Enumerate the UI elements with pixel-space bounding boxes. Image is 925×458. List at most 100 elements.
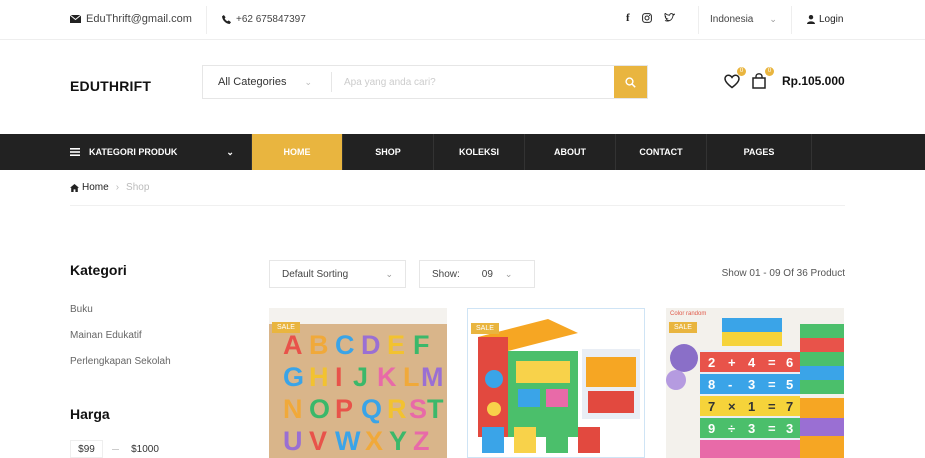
svg-text:H: H	[309, 362, 329, 392]
divider	[698, 6, 699, 34]
result-count: Show 01 - 09 Of 36 Product	[721, 268, 845, 279]
svg-text:3: 3	[748, 421, 755, 436]
sorting-value: Default Sorting	[282, 268, 349, 280]
twitter-icon[interactable]	[664, 13, 675, 23]
nav-item-label: KOLEKSI	[458, 147, 499, 157]
chevron-down-icon: ⌄	[385, 268, 393, 279]
divider	[206, 6, 207, 34]
social-links: f	[626, 12, 675, 24]
price-max-input[interactable]: $1000	[124, 440, 166, 458]
svg-text:=: =	[768, 399, 776, 414]
search-button[interactable]	[614, 66, 647, 98]
svg-text:2: 2	[708, 355, 715, 370]
divider	[112, 449, 119, 450]
facebook-icon[interactable]: f	[626, 12, 630, 24]
svg-text:1: 1	[748, 399, 755, 414]
hamburger-icon	[70, 148, 80, 156]
site-logo[interactable]: EDUTHRIFT	[70, 78, 151, 94]
svg-text:7: 7	[708, 399, 715, 414]
phone-text: +62 675847397	[236, 14, 306, 25]
main-nav: KATEGORI PRODUK ⌄ HOME SHOP KOLEKSI ABOU…	[0, 134, 925, 170]
svg-text:V: V	[309, 426, 327, 456]
nav-item-label: HOME	[283, 147, 311, 157]
nav-item-label: ABOUT	[554, 147, 586, 157]
chevron-down-icon: ⌄	[504, 268, 513, 279]
category-link[interactable]: Buku	[70, 304, 93, 315]
harga-title: Harga	[70, 406, 110, 422]
svg-text:÷: ÷	[728, 421, 735, 436]
user-icon	[807, 15, 815, 24]
email-text: EduThrift@gmail.com	[86, 13, 192, 25]
show-count-select[interactable]: Show: 09 ⌄	[419, 260, 535, 288]
category-link[interactable]: Mainan Edukatif	[70, 330, 142, 341]
nav-item-home[interactable]: HOME	[252, 134, 343, 170]
svg-text:9: 9	[708, 421, 715, 436]
category-menu-toggle[interactable]: KATEGORI PRODUK ⌄	[0, 134, 252, 170]
svg-text:Y: Y	[389, 426, 407, 456]
svg-text:4: 4	[748, 355, 756, 370]
color-note: Color random	[670, 311, 707, 317]
email-contact[interactable]: EduThrift@gmail.com	[70, 13, 192, 25]
svg-text:W: W	[335, 426, 361, 456]
chevron-right-icon: ›	[115, 182, 120, 193]
sale-badge: SALE	[471, 323, 499, 334]
svg-text:F: F	[413, 330, 430, 360]
nav-item-label: CONTACT	[639, 147, 683, 157]
login-link[interactable]: Login	[807, 14, 843, 25]
svg-text:G: G	[283, 362, 304, 392]
search-input[interactable]	[332, 66, 614, 98]
nav-item-pages[interactable]: PAGES	[707, 134, 812, 170]
product-card[interactable]: SALE	[467, 308, 645, 458]
svg-text:O: O	[309, 394, 330, 424]
svg-text:3: 3	[748, 377, 755, 392]
chevron-down-icon: ⌄	[226, 146, 234, 157]
show-value: 09	[481, 268, 493, 280]
product-card[interactable]: Color random SALE 2 +4 = 6 8- 3 = 5 7 × 1 = 7 9 ÷ 3 =…	[666, 308, 844, 458]
cart-button[interactable]: 0	[752, 67, 774, 90]
svg-text:7: 7	[786, 399, 793, 414]
sale-badge: SALE	[669, 322, 697, 333]
svg-text:=: =	[768, 355, 776, 370]
nav-item-shop[interactable]: SHOP	[343, 134, 434, 170]
instagram-icon[interactable]	[641, 13, 652, 23]
svg-text:J: J	[353, 362, 368, 392]
price-min-input[interactable]: $99	[70, 440, 103, 458]
svg-text:X: X	[365, 426, 383, 456]
breadcrumb-home-label: Home	[82, 182, 109, 193]
wishlist-button[interactable]: 0	[724, 67, 746, 90]
nav-item-about[interactable]: ABOUT	[525, 134, 616, 170]
sorting-select[interactable]: Default Sorting ⌄	[269, 260, 406, 288]
svg-text:=: =	[768, 377, 776, 392]
svg-text:Z: Z	[413, 426, 430, 456]
product-card[interactable]: SALE ABCDEF GHIJKLM NOPQRST UVWXYZ	[269, 308, 447, 458]
svg-text:L: L	[403, 362, 420, 392]
language-label: Indonesia	[710, 14, 754, 25]
show-label: Show:	[432, 268, 460, 280]
language-select[interactable]: Indonesia ⌄	[710, 14, 777, 25]
category-menu-label: KATEGORI PRODUK	[89, 147, 178, 157]
breadcrumb-current: Shop	[126, 182, 150, 193]
search-bar: All Categories ⌄	[202, 65, 648, 99]
svg-text:A: A	[283, 330, 303, 360]
svg-text:E: E	[387, 330, 405, 360]
svg-text:D: D	[361, 330, 381, 360]
svg-text:×: ×	[728, 399, 736, 414]
category-link[interactable]: Perlengkapan Sekolah	[70, 356, 171, 367]
chevron-down-icon: ⌄	[769, 14, 777, 24]
nav-item-label: SHOP	[375, 147, 401, 157]
nav-item-koleksi[interactable]: KOLEKSI	[434, 134, 525, 170]
kategori-title: Kategori	[70, 262, 127, 278]
nav-item-contact[interactable]: CONTACT	[616, 134, 707, 170]
category-select-value: All Categories	[218, 76, 287, 88]
header-actions: 0 0 Rp.105.000	[724, 67, 845, 90]
svg-text:I: I	[335, 362, 343, 392]
phone-contact[interactable]: +62 675847397	[222, 14, 306, 25]
svg-text:6: 6	[786, 355, 793, 370]
svg-text:B: B	[309, 330, 329, 360]
svg-text:+: +	[728, 355, 736, 370]
cart-badge: 0	[765, 67, 774, 76]
home-icon	[70, 183, 79, 192]
breadcrumb-home[interactable]: Home	[70, 182, 109, 193]
svg-text:P: P	[335, 394, 353, 424]
category-select[interactable]: All Categories ⌄	[203, 66, 331, 98]
